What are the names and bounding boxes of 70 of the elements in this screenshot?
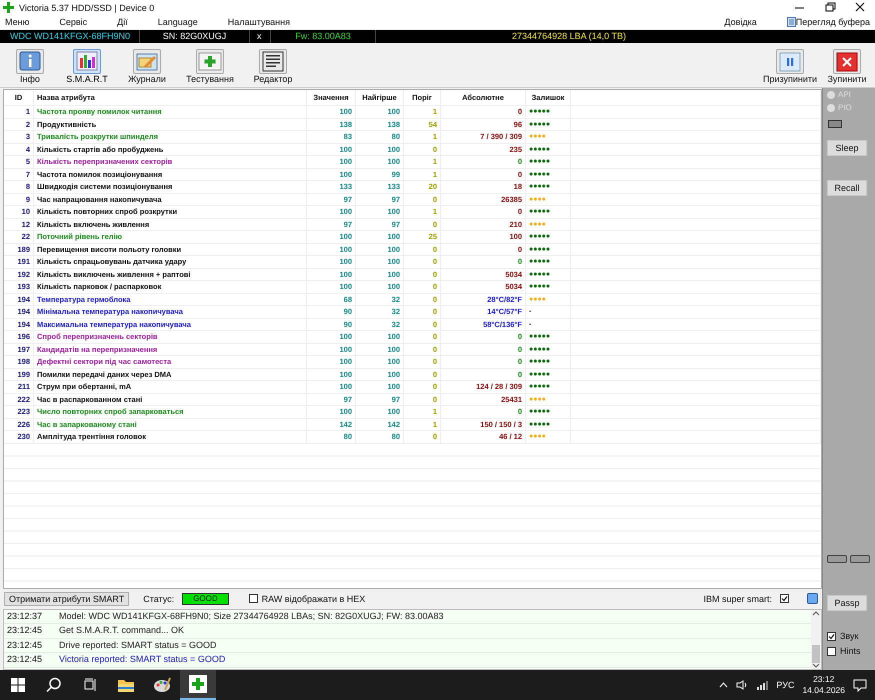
toolbar-tab[interactable]: Журнали (118, 46, 176, 86)
drive-model: WDC WD141KFGX-68FH9N0 (0, 30, 140, 43)
menu-item[interactable]: Налаштування (228, 17, 290, 27)
scroll-down-icon[interactable] (812, 662, 820, 669)
passport-button[interactable]: Passp (827, 595, 867, 611)
toolbar-tab[interactable]: Редактор (244, 46, 302, 86)
palette-icon[interactable] (153, 677, 171, 693)
checkbox[interactable] (827, 632, 836, 640)
bar-chart-icon (73, 49, 101, 74)
get-smart-button[interactable]: Отримати атрибути SMART (4, 592, 130, 606)
stop-button[interactable]: Зупинити (823, 46, 871, 86)
checkbox[interactable] (248, 594, 258, 604)
app-icon (3, 2, 14, 13)
log-message: Model: WDC WD141KFGX-68FH9N0; Size 27344764928 LBAs; SN: 82G0XUGJ; FW: 83.00A83 (59, 610, 444, 623)
buffer-view-button[interactable]: Перегляд буфера (796, 17, 870, 27)
menu-item[interactable]: Меню (5, 17, 30, 27)
language-indicator[interactable]: РУС (776, 680, 794, 690)
menu-item[interactable]: Language (158, 17, 198, 27)
pencil-folder-icon (133, 49, 161, 74)
window-title: Victoria 5.37 HDD/SSD | Device 0 (19, 2, 156, 12)
menu-item[interactable]: Дії (117, 17, 128, 27)
pause-icon (776, 49, 804, 74)
search-icon[interactable] (46, 677, 62, 693)
app-icon[interactable] (189, 675, 207, 693)
toolbar-tab[interactable]: S.M.A.R.T (61, 46, 113, 86)
plus-icon (196, 49, 224, 74)
serial-number: SN: 82G0XUGJ (140, 30, 250, 43)
log-time: 23:12:45 (6, 638, 44, 652)
pause-button[interactable]: Призупинити (762, 46, 818, 86)
side-button[interactable]: Sleep (827, 140, 867, 156)
caret-icon[interactable] (719, 682, 728, 688)
checkbox-label: RAW відображати в HEX (262, 594, 366, 604)
ibm-smart-label: IBM super smart: (703, 594, 772, 604)
log-message: Get S.M.A.R.T. command... OK (59, 624, 184, 638)
task-view-icon[interactable] (83, 678, 97, 692)
log-time: 23:12:37 (6, 610, 44, 623)
indicator-light (828, 120, 842, 128)
close-drive-button[interactable]: x (250, 30, 271, 43)
checkbox-label: Звук (840, 631, 858, 641)
firmware-version: Fw: 83.00A83 (271, 30, 376, 43)
checkbox-label: Hints (840, 646, 861, 656)
log-time: 23:12:45 (6, 624, 44, 638)
status-label: Статус: (143, 594, 174, 604)
log-message: Victoria reported: SMART status = GOOD (59, 653, 226, 666)
log-time: 23:12:45 (6, 653, 44, 666)
folder-icon[interactable] (117, 678, 135, 692)
scrollbar[interactable] (811, 610, 821, 669)
clipboard-icon (786, 17, 796, 27)
toolbar-tab[interactable]: Інфо (4, 46, 56, 86)
log-message: Drive reported: SMART status = GOOD (59, 638, 216, 652)
checkbox[interactable] (780, 594, 789, 604)
status-indicator: GOOD (182, 592, 229, 605)
small-button[interactable] (827, 555, 847, 563)
checkbox[interactable] (827, 646, 836, 656)
capacity-label: 27344764928 LBA (14,0 TB) (511, 30, 627, 43)
menu-item[interactable]: Довідка (724, 17, 757, 27)
toolbar-tab[interactable]: Тестування (181, 46, 239, 86)
document-icon (259, 49, 287, 74)
wifi-icon[interactable] (756, 680, 768, 690)
close-icon (833, 49, 861, 74)
notification-icon[interactable] (853, 678, 867, 692)
color-swatch[interactable] (807, 593, 818, 604)
menu-item[interactable]: Сервіс (59, 17, 88, 27)
speaker-icon[interactable] (736, 680, 748, 690)
clock[interactable]: 23:12 14.04.2026 (802, 674, 845, 696)
scroll-up-icon[interactable] (812, 610, 820, 616)
side-button[interactable]: Recall (827, 180, 867, 196)
info-icon (16, 49, 44, 74)
small-button[interactable] (850, 555, 870, 563)
start-icon[interactable] (11, 678, 25, 692)
